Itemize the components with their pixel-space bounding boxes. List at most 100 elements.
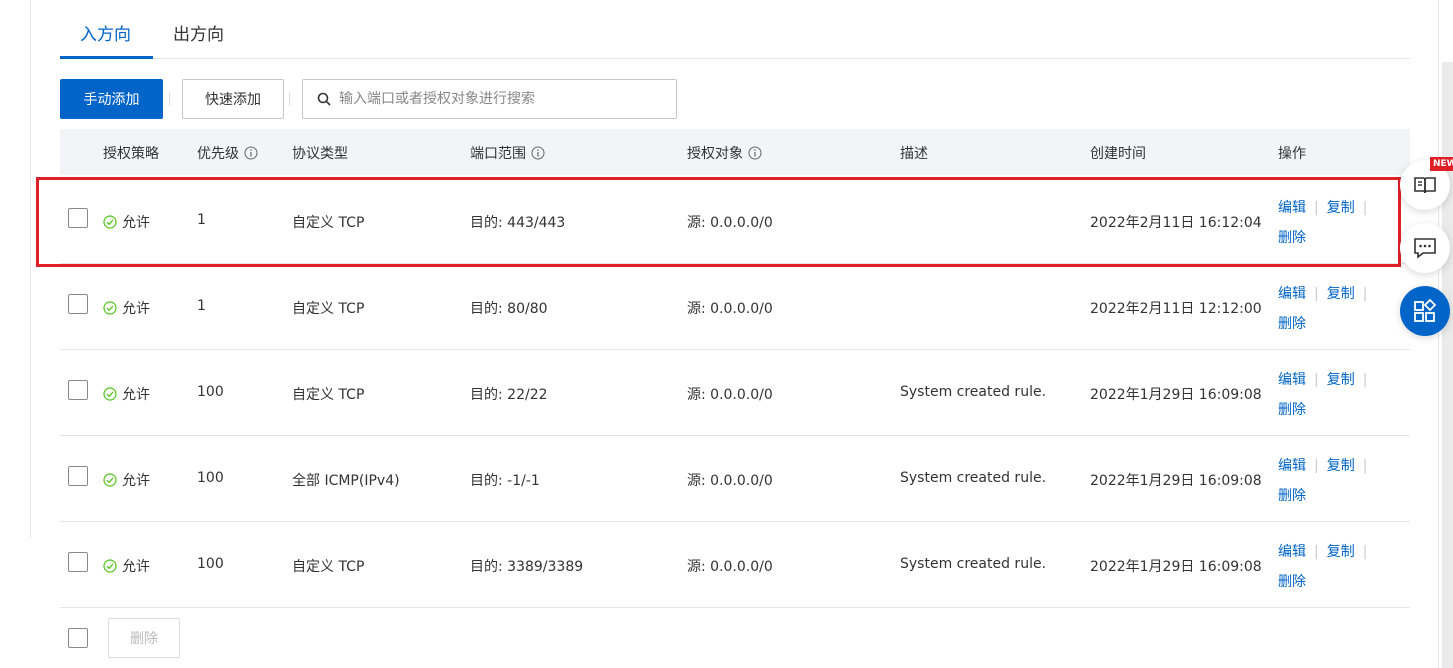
action-divider: |	[1362, 458, 1368, 474]
batch-delete-button[interactable]: 删除	[108, 618, 180, 658]
row-actions: 编辑 | 复制 |	[1278, 197, 1375, 217]
action-divider: |	[1362, 372, 1368, 388]
row-checkbox[interactable]	[68, 466, 88, 486]
col-auth-object: 授权对象	[687, 143, 762, 163]
created-at-value: 2022年2月11日 12:12:00	[1090, 301, 1262, 317]
action-divider: |	[1362, 286, 1368, 302]
direction-tabs: 入方向 出方向	[60, 0, 1410, 59]
priority-value: 1	[197, 212, 206, 228]
select-all-checkbox[interactable]	[68, 628, 88, 648]
port-range-value: 目的: 80/80	[470, 301, 548, 317]
toolbar-divider	[169, 92, 170, 106]
row-checkbox[interactable]	[68, 380, 88, 400]
row-actions-second-line: 删除	[1278, 227, 1306, 247]
col-port-range: 端口范围	[470, 143, 545, 163]
protocol-value: 自定义 TCP	[292, 387, 365, 403]
policy-allow: 允许	[103, 384, 150, 404]
manual-add-button[interactable]: 手动添加	[60, 79, 163, 119]
chat-icon	[1414, 238, 1436, 259]
policy-allow: 允许	[103, 556, 150, 576]
new-badge: NEW	[1430, 157, 1453, 171]
row-actions-second-line: 删除	[1278, 399, 1306, 419]
created-at-value: 2022年2月11日 16:12:04	[1090, 215, 1262, 231]
apps-icon	[1414, 298, 1437, 322]
row-actions: 编辑 | 复制 |	[1278, 541, 1375, 561]
protocol-value: 全部 ICMP(IPv4)	[292, 473, 400, 489]
policy-allow: 允许	[103, 212, 150, 232]
edit-link[interactable]: 编辑	[1278, 200, 1306, 216]
action-divider: |	[1314, 544, 1319, 560]
tab-inbound[interactable]: 入方向	[80, 20, 131, 45]
row-actions: 编辑 | 复制 |	[1278, 455, 1375, 475]
edit-link[interactable]: 编辑	[1278, 544, 1306, 560]
scrollbar-thumb[interactable]	[1442, 62, 1453, 668]
row-actions-second-line: 删除	[1278, 313, 1306, 333]
action-divider: |	[1314, 286, 1319, 302]
delete-link[interactable]: 删除	[1278, 488, 1306, 504]
auth-object-value: 源: 0.0.0.0/0	[687, 301, 773, 317]
edit-link[interactable]: 编辑	[1278, 286, 1306, 302]
delete-link[interactable]: 删除	[1278, 574, 1306, 590]
description-value: System created rule.	[900, 470, 1047, 486]
row-checkbox[interactable]	[68, 208, 88, 228]
row-actions-second-line: 删除	[1278, 571, 1306, 591]
port-range-value: 目的: 443/443	[470, 215, 566, 231]
col-description: 描述	[900, 146, 928, 162]
search-input[interactable]	[339, 91, 659, 107]
info-icon[interactable]	[244, 146, 258, 160]
feedback-float-button[interactable]	[1400, 223, 1450, 273]
action-divider: |	[1314, 458, 1319, 474]
table-row: 允许 1 自定义 TCP 目的: 443/443 源: 0.0.0.0/0 2022年2月…	[60, 178, 1410, 264]
col-protocol: 协议类型	[292, 146, 348, 162]
delete-link[interactable]: 删除	[1278, 402, 1306, 418]
created-at-value: 2022年1月29日 16:09:08	[1090, 473, 1262, 489]
info-icon[interactable]	[531, 146, 545, 160]
apps-float-button[interactable]	[1400, 286, 1450, 336]
search-box[interactable]	[302, 79, 677, 119]
copy-link[interactable]: 复制	[1327, 286, 1355, 302]
check-circle-icon	[103, 387, 117, 401]
row-actions: 编辑 | 复制 |	[1278, 283, 1375, 303]
policy-allow: 允许	[103, 470, 150, 490]
protocol-value: 自定义 TCP	[292, 301, 365, 317]
toolbar-divider	[289, 92, 290, 106]
left-divider	[30, 0, 31, 538]
action-divider: |	[1362, 544, 1368, 560]
tab-outbound[interactable]: 出方向	[173, 20, 224, 45]
search-icon	[317, 92, 331, 106]
row-actions-second-line: 删除	[1278, 485, 1306, 505]
row-checkbox[interactable]	[68, 294, 88, 314]
description-value: System created rule.	[900, 556, 1047, 572]
table-row: 允许 1 自定义 TCP 目的: 80/80 源: 0.0.0.0/0 2022年2月11…	[60, 264, 1410, 350]
active-tab-indicator	[60, 56, 153, 59]
copy-link[interactable]: 复制	[1327, 458, 1355, 474]
protocol-value: 自定义 TCP	[292, 215, 365, 231]
port-range-value: 目的: 22/22	[470, 387, 548, 403]
right-divider	[1438, 0, 1439, 668]
edit-link[interactable]: 编辑	[1278, 458, 1306, 474]
edit-link[interactable]: 编辑	[1278, 372, 1306, 388]
table-row: 允许 100 全部 ICMP(IPv4) 目的: -1/-1 源: 0.0.0.0/0 S…	[60, 436, 1410, 522]
delete-link[interactable]: 删除	[1278, 230, 1306, 246]
check-circle-icon	[103, 559, 117, 573]
table-row: 允许 100 自定义 TCP 目的: 3389/3389 源: 0.0.0.0/0 Sys…	[60, 522, 1410, 608]
row-checkbox[interactable]	[68, 552, 88, 572]
copy-link[interactable]: 复制	[1327, 200, 1355, 216]
col-policy: 授权策略	[103, 146, 159, 162]
copy-link[interactable]: 复制	[1327, 372, 1355, 388]
col-created-at: 创建时间	[1090, 146, 1146, 162]
port-range-value: 目的: 3389/3389	[470, 559, 584, 575]
info-icon[interactable]	[748, 146, 762, 160]
delete-link[interactable]: 删除	[1278, 316, 1306, 332]
created-at-value: 2022年1月29日 16:09:08	[1090, 559, 1262, 575]
protocol-value: 自定义 TCP	[292, 559, 365, 575]
action-divider: |	[1314, 200, 1319, 216]
priority-value: 100	[197, 470, 224, 486]
auth-object-value: 源: 0.0.0.0/0	[687, 559, 773, 575]
copy-link[interactable]: 复制	[1327, 544, 1355, 560]
table-row: 允许 100 自定义 TCP 目的: 22/22 源: 0.0.0.0/0 System …	[60, 350, 1410, 436]
quick-add-button[interactable]: 快速添加	[182, 79, 284, 119]
action-divider: |	[1362, 200, 1368, 216]
check-circle-icon	[103, 473, 117, 487]
row-actions: 编辑 | 复制 |	[1278, 369, 1375, 389]
